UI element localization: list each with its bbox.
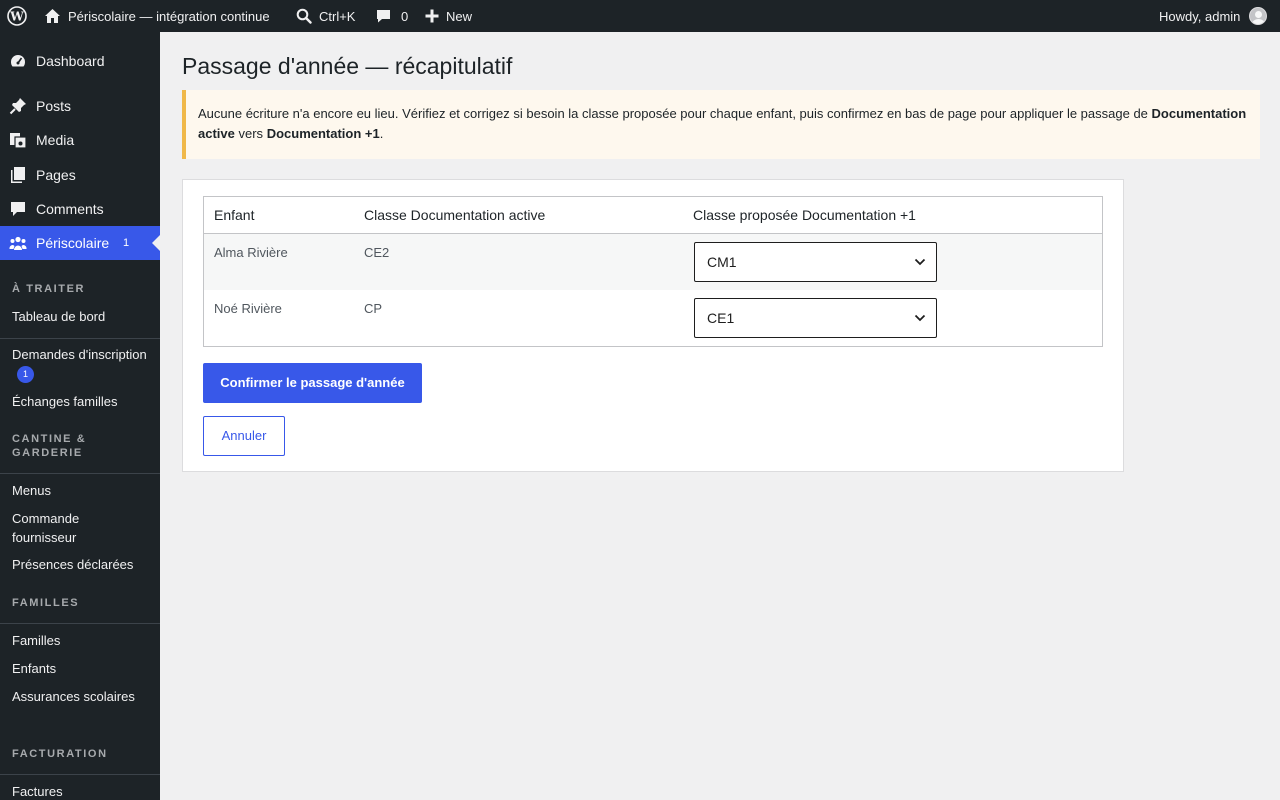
column-header-classe-proposee: Classe proposée Documentation +1 [693,207,916,223]
site-name: Périscolaire — intégration continue [68,8,270,24]
menu-posts[interactable]: Posts [0,89,160,123]
confirm-year-change-button[interactable]: Confirmer le passage d'année [203,363,422,403]
search-icon [296,8,312,24]
submenu-presences-declarees[interactable]: Présences déclarées [12,556,152,575]
submenu-assurances-scolaires[interactable]: Assurances scolaires [12,688,152,707]
media-icon [9,131,27,149]
submenu-menus[interactable]: Menus [12,482,152,501]
table-row: Noé Rivière CP CE1 [204,290,1102,346]
command-palette-link[interactable]: Ctrl+K [296,0,355,32]
search-shortcut: Ctrl+K [319,8,356,24]
submenu-familles[interactable]: Familles [12,632,152,651]
warning-notice: Aucune écriture n'a encore eu lieu. Véri… [182,90,1260,159]
current-arrow [152,235,160,251]
proposed-class-select[interactable]: CM1 [694,242,937,282]
howdy-text: Howdy, admin [1159,8,1241,24]
menu-label: Pages [36,167,76,183]
menu-media[interactable]: Media [0,123,160,157]
child-name: Alma Rivière [214,245,288,260]
new-label: New [446,8,473,24]
admin-sidebar: Dashboard Posts Media Pages Comments Pér… [0,32,160,800]
section-facturation: FACTURATION [12,748,108,760]
section-cantine-garderie: CANTINE & GARDERIE [12,433,87,459]
separator [0,623,160,624]
proposed-class-select[interactable]: CE1 [694,298,937,338]
column-header-enfant: Enfant [214,207,255,223]
table-row: Alma Rivière CE2 CM1 [204,234,1102,290]
separator [0,774,160,775]
menu-label: Comments [36,201,104,217]
column-header-classe-active: Classe Documentation active [364,207,546,223]
menu-label: Posts [36,98,72,114]
separator [0,338,160,339]
comments-count: 0 [401,8,409,24]
recap-panel: Enfant Classe Documentation active Class… [182,179,1124,472]
menu-comments[interactable]: Comments [0,192,160,226]
promotion-table: Enfant Classe Documentation active Class… [203,196,1103,347]
periscolaire-count: 1 [123,237,130,249]
new-content-link[interactable]: New [425,0,472,32]
admin-bar: W Périscolaire — intégration continue Ct… [0,0,1280,32]
demandes-count-badge: 1 [17,365,34,383]
svg-text:W: W [9,10,24,24]
comment-icon [9,200,27,218]
section-familles: FAMILLES [12,597,80,609]
current-class: CE2 [364,245,390,260]
submenu-demandes-inscription[interactable]: Demandes d'inscription 1 [12,346,152,383]
page-title: Passage d'année — récapitulatif [182,53,513,79]
site-name-link[interactable]: Périscolaire — intégration continue [44,0,270,32]
menu-label: Media [36,132,75,148]
account-menu[interactable]: Howdy, admin [1159,0,1268,32]
child-name: Noé Rivière [214,301,282,316]
select-value: CM1 [707,254,737,270]
select-value: CE1 [707,310,735,326]
avatar [1249,7,1268,25]
submenu-factures[interactable]: Factures [12,783,152,800]
section-a-traiter: À TRAITER [12,283,86,295]
notice-text: Aucune écriture n'a encore eu lieu. Véri… [198,106,1148,121]
pages-icon [9,166,27,184]
notice-to-year: Documentation +1 [266,126,380,141]
wordpress-logo-icon[interactable]: W [7,0,27,32]
menu-pages[interactable]: Pages [0,158,160,192]
pin-icon [9,97,27,115]
cancel-button[interactable]: Annuler [203,416,285,456]
dashboard-icon [9,52,27,70]
groups-icon [9,234,27,252]
submenu-commande-fournisseur[interactable]: Commande fournisseur [12,510,112,547]
separator [0,473,160,474]
home-icon [44,8,61,24]
submenu-echanges-familles[interactable]: Échanges familles [12,393,152,412]
menu-label: Dashboard [36,53,105,69]
menu-label: Périscolaire [36,235,110,251]
menu-periscolaire[interactable]: Périscolaire 1 [0,226,160,260]
submenu-enfants[interactable]: Enfants [12,660,152,679]
submenu-tableau-de-bord[interactable]: Tableau de bord [12,308,152,327]
comment-icon [375,8,392,24]
notice-middle: vers [238,126,264,141]
plus-icon [425,9,439,23]
submenu-label: Demandes d'inscription [12,347,147,362]
menu-dashboard[interactable]: Dashboard [0,44,160,78]
notice-end: . [379,126,384,141]
current-class: CP [364,301,383,316]
comments-link[interactable]: 0 [375,0,408,32]
